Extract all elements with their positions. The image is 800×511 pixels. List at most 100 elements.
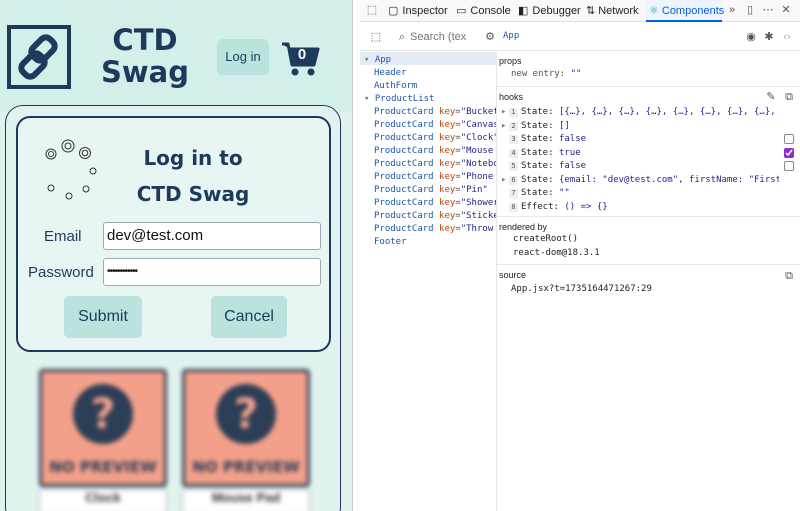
app-header: CTD Swag Log in 0 xyxy=(0,0,352,112)
tab-components[interactable]: ⚛ Components xyxy=(646,0,724,22)
hook-row[interactable]: 3 State: false xyxy=(501,133,779,146)
element-picker-icon[interactable]: ⬚ xyxy=(366,4,378,16)
hook-value: {email: "dev@test.com", firstName: "Firs… xyxy=(558,174,779,185)
hooks-section-title: hooks xyxy=(499,92,524,102)
password-field[interactable]: •••••••••••• xyxy=(103,258,321,286)
divider xyxy=(497,216,800,217)
more-tabs-icon[interactable]: » xyxy=(726,4,738,16)
product-card[interactable]: ? NO PREVIEW Mouse Pad xyxy=(182,369,310,511)
tree-item[interactable]: ProductCard key="Shower C" xyxy=(374,197,496,210)
hook-index: 3 xyxy=(509,135,518,144)
tree-item[interactable]: AuthForm xyxy=(374,80,417,93)
bug-icon[interactable]: ✱ xyxy=(763,31,775,43)
props-section-title: props xyxy=(499,56,522,66)
tree-item[interactable]: Header xyxy=(374,67,407,80)
search-icon: ⌕ xyxy=(398,31,406,43)
cancel-button[interactable]: Cancel xyxy=(211,296,287,338)
tree-item[interactable]: Footer xyxy=(374,236,407,249)
inspector-icon: ▢ xyxy=(388,5,399,17)
product-card[interactable]: ? NO PREVIEW Clock xyxy=(39,369,167,511)
caret-right-icon[interactable]: ▸ xyxy=(501,174,509,187)
hook-row[interactable]: ▸ 2 State: [] xyxy=(501,120,779,133)
hook-index: 2 xyxy=(509,121,518,131)
caret-right-icon[interactable]: ▸ xyxy=(501,120,509,133)
app-preview: CTD Swag Log in 0 Log in to CTD Swag Ema… xyxy=(0,0,352,511)
hook-index: 8 xyxy=(509,202,518,212)
eye-icon[interactable]: ◉ xyxy=(745,31,757,43)
cart-button[interactable]: 0 xyxy=(280,41,320,77)
tree-item[interactable]: ProductCard key="Pin" xyxy=(374,184,488,197)
select-element-icon[interactable]: ⬚ xyxy=(370,31,382,43)
devtools-panel: ⬚ ▢ Inspector ▭ Console ◧ Debugger ⇅ Network… xyxy=(360,0,800,511)
hook-value: true xyxy=(558,147,581,158)
new-entry-row[interactable]: new entry: "" xyxy=(511,69,581,79)
password-label: Password xyxy=(28,264,94,281)
view-source-icon[interactable]: ‹› xyxy=(781,31,793,43)
tab-network[interactable]: ⇅ Network xyxy=(586,0,644,22)
no-preview-image: ? NO PREVIEW xyxy=(182,369,310,487)
hook-row[interactable]: 8 Effect: () => {} xyxy=(501,201,779,214)
tree-item[interactable]: ▾ App xyxy=(364,54,391,67)
hook-value: "" xyxy=(558,188,570,198)
tree-item[interactable]: ▾ ProductList xyxy=(364,93,434,106)
no-preview-label: NO PREVIEW xyxy=(192,458,300,476)
gear-icon[interactable]: ⚙ xyxy=(484,31,496,43)
hook-row[interactable]: ▸ 6 State: {email: "dev@test.com", firstNa… xyxy=(501,174,779,187)
selected-component-name: App xyxy=(503,31,520,41)
tab-debugger[interactable]: ◧ Debugger xyxy=(518,0,582,22)
hook-type: State: xyxy=(521,188,554,198)
no-preview-label: NO PREVIEW xyxy=(49,458,157,476)
link-logo-icon[interactable] xyxy=(7,25,71,89)
hook-index: 7 xyxy=(509,189,518,198)
hook-row[interactable]: ▸ 1 State: [{…}, {…}, {…}, {…}, {…}, {…}, … xyxy=(501,106,779,119)
hook-value: [] xyxy=(558,120,570,131)
email-field[interactable]: dev@test.com xyxy=(103,222,321,250)
app-main: Log in to CTD Swag Email dev@test.com Pas… xyxy=(5,105,341,511)
tree-item[interactable]: ProductCard key="Clock" xyxy=(374,132,496,145)
rendered-by-title: rendered by xyxy=(499,222,548,232)
tree-item[interactable]: ProductCard key="Canvas B" xyxy=(374,119,496,132)
source-title: source xyxy=(499,270,527,280)
tree-item[interactable]: ProductCard key="Sticker" xyxy=(374,210,496,223)
close-icon[interactable]: ✕ xyxy=(780,4,792,16)
copy-icon[interactable]: ⧉ xyxy=(783,270,795,282)
hook-row[interactable]: 7 State: "" xyxy=(501,187,779,200)
hook-checkbox[interactable] xyxy=(784,134,794,144)
debugger-icon: ◧ xyxy=(518,5,529,17)
hook-value: () => {} xyxy=(564,201,608,212)
hook-checkbox[interactable] xyxy=(784,161,794,171)
hook-checkbox[interactable] xyxy=(784,147,794,158)
caret-down-icon[interactable]: ▾ xyxy=(364,94,375,104)
parse-hook-names-icon[interactable]: ✎ xyxy=(765,91,777,103)
hook-row[interactable]: 5 State: false xyxy=(501,160,779,173)
tab-inspector[interactable]: ▢ Inspector xyxy=(388,0,448,22)
components-toolbar: ⬚ ⌕ ⚙ App ◉ ✱ ‹› xyxy=(360,23,800,51)
tree-item[interactable]: ProductCard key="Bucket H" xyxy=(374,106,496,119)
product-name: Mouse Pad xyxy=(182,489,310,511)
submit-button[interactable]: Submit xyxy=(64,296,142,338)
copy-icon[interactable]: ⧉ xyxy=(783,91,795,103)
pane-splitter[interactable] xyxy=(352,0,360,511)
tree-item[interactable]: ProductCard key="Notebook" xyxy=(374,158,496,171)
console-icon: ▭ xyxy=(456,5,467,17)
caret-down-icon[interactable]: ▾ xyxy=(364,55,375,65)
hook-index: 4 xyxy=(509,148,518,158)
hook-index: 5 xyxy=(509,162,518,171)
more-options-icon[interactable]: ⋯ xyxy=(762,4,774,16)
dock-icon[interactable]: ▯ xyxy=(744,4,756,16)
component-tree: ▾ App Header AuthForm ▾ ProductList ProductC… xyxy=(360,52,497,511)
svg-text:?: ? xyxy=(234,389,258,438)
tree-item[interactable]: ProductCard key="Mouse Pa" xyxy=(374,145,496,158)
tab-console[interactable]: ▭ Console xyxy=(456,0,512,22)
site-title: CTD Swag xyxy=(100,23,189,89)
tree-item[interactable]: ProductCard key="Phone Ca" xyxy=(374,171,496,184)
product-name: Clock xyxy=(39,489,167,511)
hook-type: Effect: xyxy=(521,201,559,212)
svg-text:?: ? xyxy=(91,389,115,438)
source-location[interactable]: App.jsx?t=1735164471267:29 xyxy=(511,284,652,294)
caret-right-icon[interactable]: ▸ xyxy=(501,106,509,119)
tree-item[interactable]: ProductCard key="Throw Pi" xyxy=(374,223,496,236)
hook-row[interactable]: 4 State: true xyxy=(501,147,779,160)
search-input[interactable] xyxy=(410,29,472,45)
login-button[interactable]: Log in xyxy=(217,39,269,75)
